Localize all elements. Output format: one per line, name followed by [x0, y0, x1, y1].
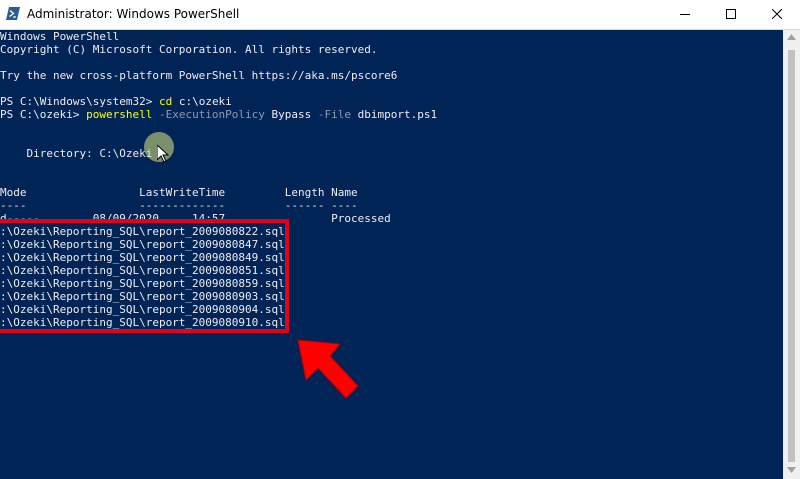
- console-line: Copyright (C) Microsoft Corporation. All…: [0, 43, 378, 56]
- vertical-scrollbar[interactable]: [783, 30, 800, 479]
- table-separator: ---- ------------- ------ ----: [0, 199, 358, 212]
- console-line: Windows PowerShell: [0, 30, 120, 43]
- console-line: Try the new cross-platform PowerShell ht…: [0, 69, 398, 82]
- command-line-cd: PS C:\Windows\system32> cd c:\ozeki: [0, 95, 232, 108]
- table-header: Mode LastWriteTime Length Name: [0, 186, 358, 199]
- maximize-icon: [726, 9, 736, 19]
- prompt: PS C:\Windows\system32>: [0, 95, 159, 108]
- title-bar[interactable]: Administrator: Windows PowerShell: [0, 0, 800, 30]
- command-keyword: powershell: [86, 108, 153, 121]
- parameter-name: -ExecutionPolicy: [158, 108, 265, 121]
- prompt: PS C:\ozeki>: [0, 108, 87, 121]
- command-keyword: cd: [158, 95, 173, 108]
- window-title: Administrator: Windows PowerShell: [27, 7, 240, 21]
- command-args: c:\ozeki: [172, 95, 232, 108]
- scroll-down-icon[interactable]: [787, 467, 796, 473]
- close-icon: [772, 9, 782, 19]
- minimize-button[interactable]: [662, 0, 708, 29]
- powershell-icon: [6, 7, 20, 20]
- directory-line: Directory: C:\Ozeki: [0, 147, 153, 160]
- command-line-powershell: PS C:\ozeki> powershell -ExecutionPolicy…: [0, 108, 437, 121]
- scrollbar-thumb[interactable]: [788, 50, 795, 462]
- close-button[interactable]: [754, 0, 800, 29]
- highlight-box: [0, 219, 289, 333]
- parameter-name: -File: [317, 108, 352, 121]
- parameter-value: Bypass: [264, 108, 318, 121]
- powershell-window: Administrator: Windows PowerShell Window…: [0, 0, 800, 479]
- parameter-value: dbimport.ps1: [351, 108, 438, 121]
- maximize-button[interactable]: [708, 0, 754, 29]
- red-arrow-icon: [297, 339, 359, 399]
- minimize-icon: [680, 14, 690, 15]
- scroll-up-icon[interactable]: [787, 34, 796, 40]
- mouse-cursor-icon: [157, 145, 169, 163]
